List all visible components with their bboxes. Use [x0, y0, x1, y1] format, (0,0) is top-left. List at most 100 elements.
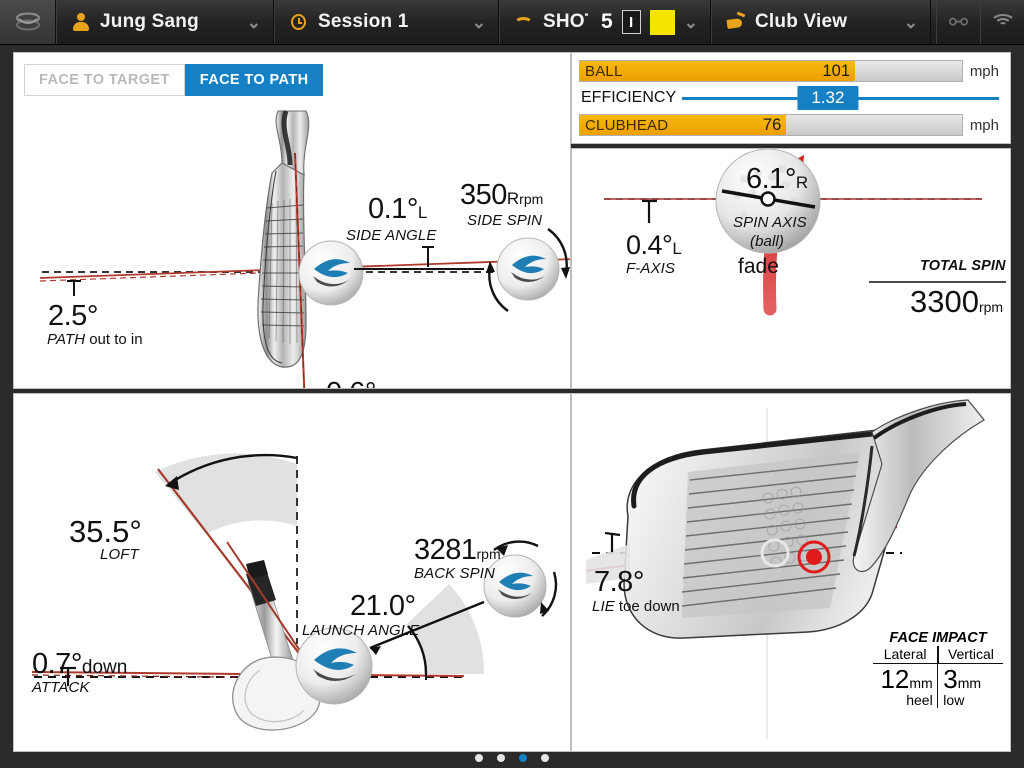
total-spin-label: TOTAL SPIN — [920, 258, 1006, 274]
face-impact-vertical-value: 3 — [943, 664, 958, 694]
attack-label: ATTACK — [32, 679, 90, 696]
attack-suffix: down — [81, 657, 128, 678]
clubhead-speed-unit: mph — [969, 116, 999, 134]
wifi-icon — [989, 12, 1016, 32]
bluetooth-status[interactable]: ⚯ — [936, 0, 980, 44]
launch-angle-panel: 35.5° LOFT 3281rpm BACK SPIN 21.0° LAUNC… — [13, 393, 571, 752]
pagination-dot[interactable] — [475, 754, 483, 762]
path-label-group: PATH out to in — [47, 331, 143, 349]
speed-panel: BALL 101 mph EFFICIENCY 1.32 CLUBHEAD 76… — [571, 52, 1011, 144]
efficiency-name: EFFICIENCY — [581, 89, 677, 106]
ball-speed-value: 101 — [822, 61, 851, 80]
back-spin-label: BACK SPIN — [414, 565, 495, 582]
face-value-group: 0.6° — [326, 377, 376, 388]
launch-angle-value: 21.0° — [350, 590, 416, 622]
face-value: 0.6° — [326, 377, 376, 388]
clubhead-speed-value: 76 — [762, 115, 782, 134]
lie-label: LIE — [592, 598, 615, 615]
pagination-dot[interactable] — [497, 754, 505, 762]
spin-axis-value: 6.1° — [746, 163, 796, 195]
ball-speed-row: BALL 101 mph — [579, 60, 1005, 82]
total-spin-value: 3300 — [910, 284, 979, 319]
lie-label-detail: toe down — [618, 598, 680, 615]
side-angle-value-group: 0.1°L — [368, 193, 427, 226]
face-to-path-panel: FACE TO TARGET FACE TO PATH 0.1°L SIDE A… — [13, 52, 571, 389]
shot-label: SHOT — [543, 11, 588, 32]
spin-axis-label: SPIN AXIS — [733, 214, 807, 231]
loft-label: LOFT — [100, 546, 139, 563]
club-icon — [726, 11, 746, 33]
attack-value-group: 0.7°down — [32, 648, 127, 681]
side-spin-value-group: 350Rrpm — [460, 179, 543, 212]
face-impact-lateral-value: 12 — [880, 664, 910, 694]
wifi-status[interactable] — [980, 0, 1024, 44]
efficiency-row: EFFICIENCY 1.32 — [579, 85, 1005, 111]
launch-angle-label: LAUNCH ANGLE — [302, 622, 420, 639]
club-code-badge[interactable]: I — [621, 10, 641, 34]
ball-speed-fill: BALL 101 — [580, 61, 856, 81]
face-impact-vertical-unit: mm — [957, 675, 982, 691]
face-impact-panel: 7.8° LIE toe down FACE IMPACT Lateral Ver… — [571, 393, 1011, 752]
session-selector[interactable]: Session 1 ⌄ — [274, 0, 499, 44]
clubhead-speed-name: CLUBHEAD — [585, 116, 669, 134]
launch-angle-value-group: 21.0° — [350, 590, 416, 623]
shot-selector[interactable]: SHOT 5 I ⌄ — [499, 0, 711, 44]
view-name: Club View — [755, 11, 848, 32]
side-spin-unit: rpm — [519, 191, 544, 207]
ball-speed-track: BALL 101 — [579, 60, 963, 82]
face-impact-lateral-unit: mm — [909, 675, 933, 691]
f-axis-label: F-AXIS — [626, 260, 675, 277]
pagination-dot[interactable] — [519, 754, 527, 762]
efficiency-track: 1.32 — [682, 85, 999, 111]
chevron-down-icon[interactable]: ⌄ — [247, 14, 261, 31]
chevron-down-icon[interactable]: ⌄ — [472, 14, 486, 31]
user-selector[interactable]: Jung Sang ⌄ — [56, 0, 274, 44]
attack-value: 0.7° — [32, 648, 82, 680]
lie-label-group: LIE toe down — [592, 598, 680, 616]
chevron-down-icon[interactable]: ⌄ — [904, 14, 918, 31]
face-impact-vertical-header: Vertical — [947, 646, 994, 662]
lie-value: 7.8° — [594, 566, 644, 598]
f-axis-direction: L — [672, 239, 682, 258]
session-name: Session 1 — [318, 11, 409, 32]
back-spin-value-group: 3281rpm — [414, 534, 501, 567]
pagination-dot[interactable] — [541, 754, 549, 762]
status-tray: ⚯ — [936, 0, 1024, 44]
skytrak-logo-icon — [15, 12, 40, 31]
back-spin-unit: rpm — [476, 546, 501, 562]
path-value-group: 2.5° — [48, 300, 98, 333]
spin-axis-value-group: 6.1°R — [746, 163, 808, 196]
view-selector[interactable]: Club View ⌄ — [711, 0, 931, 44]
clubhead-speed-track: CLUBHEAD 76 — [579, 114, 963, 136]
face-impact-table: FACE IMPACT Lateral Vertical 12mm heel 3… — [873, 630, 1003, 708]
person-icon — [71, 11, 91, 33]
app-logo[interactable] — [0, 0, 56, 44]
ball-speed-name: BALL — [585, 62, 623, 80]
clubhead-speed-row: CLUBHEAD 76 mph — [579, 114, 1005, 136]
side-angle-value: 0.1° — [368, 193, 418, 225]
path-label: PATH — [47, 331, 86, 348]
clock-icon — [289, 11, 309, 33]
loft-value: 35.5° — [69, 514, 142, 549]
chevron-down-icon[interactable]: ⌄ — [684, 14, 698, 31]
top-bar: Jung Sang ⌄ Session 1 ⌄ SHOT 5 I ⌄ Club … — [0, 0, 1024, 45]
bluetooth-icon: ⚯ — [948, 8, 969, 35]
spin-axis-panel: 6.1°R SPIN AXIS (ball) fade 0.4°L F-AXIS… — [571, 148, 1011, 389]
face-impact-title: FACE IMPACT — [889, 630, 987, 646]
side-spin-ball-graphic — [486, 228, 570, 312]
ball-flight-icon — [514, 11, 534, 33]
impact-ball-graphic — [298, 240, 364, 306]
shot-number: 5 — [601, 10, 613, 33]
back-spin-value: 3281 — [414, 534, 477, 566]
pagination-dots[interactable] — [0, 754, 1024, 762]
f-axis-value-group: 0.4°L — [626, 230, 682, 261]
club-color-swatch[interactable] — [649, 9, 675, 35]
path-label-detail: out to in — [89, 331, 143, 348]
user-name: Jung Sang — [100, 11, 199, 32]
clubhead-speed-fill: CLUBHEAD 76 — [580, 115, 787, 135]
total-spin-value-group: 3300rpm — [910, 284, 1003, 320]
ball-speed-unit: mph — [969, 62, 999, 80]
launch-ball-graphic — [295, 627, 373, 705]
side-spin-label: SIDE SPIN — [467, 212, 543, 229]
spin-axis-sublabel: (ball) — [750, 233, 784, 250]
